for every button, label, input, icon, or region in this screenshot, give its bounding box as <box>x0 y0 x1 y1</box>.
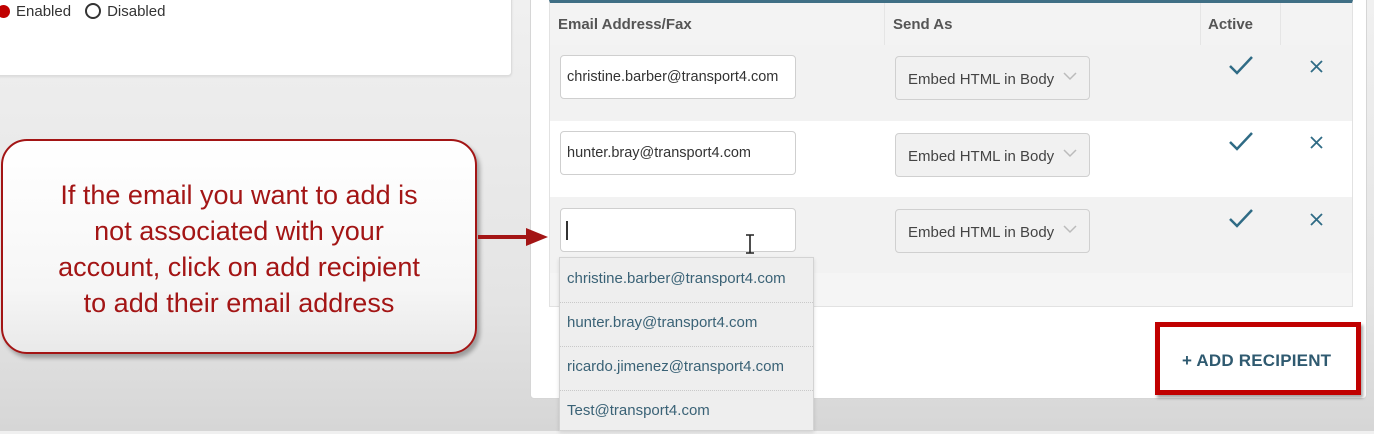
enabled-label[interactable]: Enabled <box>16 3 71 20</box>
close-icon[interactable] <box>1310 213 1323 226</box>
new-email-field[interactable] <box>560 208 796 252</box>
chevron-down-icon <box>1063 225 1077 234</box>
column-divider <box>884 3 885 45</box>
suggestion-item[interactable]: ricardo.jimenez@transport4.com <box>560 346 813 391</box>
header-active: Active <box>1208 16 1254 33</box>
check-icon[interactable] <box>1228 208 1254 230</box>
header-send-as: Send As <box>893 16 953 33</box>
settings-card: Enabled Disabled <box>0 0 512 76</box>
send-as-select[interactable]: Embed HTML in Body <box>895 209 1090 253</box>
table-row: hunter.bray@transport4.com Embed HTML in… <box>550 121 1352 197</box>
arrow-right-icon <box>478 228 548 246</box>
add-recipient-button[interactable]: + ADD RECIPIENT <box>1182 351 1331 371</box>
column-divider <box>1280 3 1281 45</box>
tutorial-callout: If the email you want to add is not asso… <box>1 139 477 354</box>
text-caret <box>566 221 568 240</box>
chevron-down-icon <box>1063 72 1077 81</box>
email-suggestions-dropdown: christine.barber@transport4.com hunter.b… <box>559 257 814 431</box>
email-field[interactable]: christine.barber@transport4.com <box>560 55 796 99</box>
disabled-radio[interactable] <box>85 3 102 19</box>
disabled-label[interactable]: Disabled <box>107 3 165 20</box>
suggestion-item[interactable]: christine.barber@transport4.com <box>560 258 813 303</box>
suggestion-item[interactable]: hunter.bray@transport4.com <box>560 302 813 347</box>
check-icon[interactable] <box>1228 131 1254 153</box>
text-cursor-icon <box>746 234 754 254</box>
callout-text: If the email you want to add is not asso… <box>58 180 420 318</box>
chevron-down-icon <box>1063 149 1077 158</box>
check-icon[interactable] <box>1228 55 1254 77</box>
send-as-select[interactable]: Embed HTML in Body <box>895 56 1090 100</box>
send-as-select[interactable]: Embed HTML in Body <box>895 133 1090 177</box>
column-divider <box>1200 3 1201 45</box>
email-field[interactable]: hunter.bray@transport4.com <box>560 131 796 175</box>
close-icon[interactable] <box>1310 136 1323 149</box>
status-radio-group: Enabled Disabled <box>0 1 165 21</box>
close-icon[interactable] <box>1310 60 1323 73</box>
enabled-radio[interactable] <box>0 4 10 18</box>
table-row: christine.barber@transport4.com Embed HT… <box>550 45 1352 121</box>
header-email: Email Address/Fax <box>558 16 692 33</box>
suggestion-item[interactable]: Test@transport4.com <box>560 390 813 434</box>
table-header: Email Address/Fax Send As Active <box>550 3 1352 46</box>
